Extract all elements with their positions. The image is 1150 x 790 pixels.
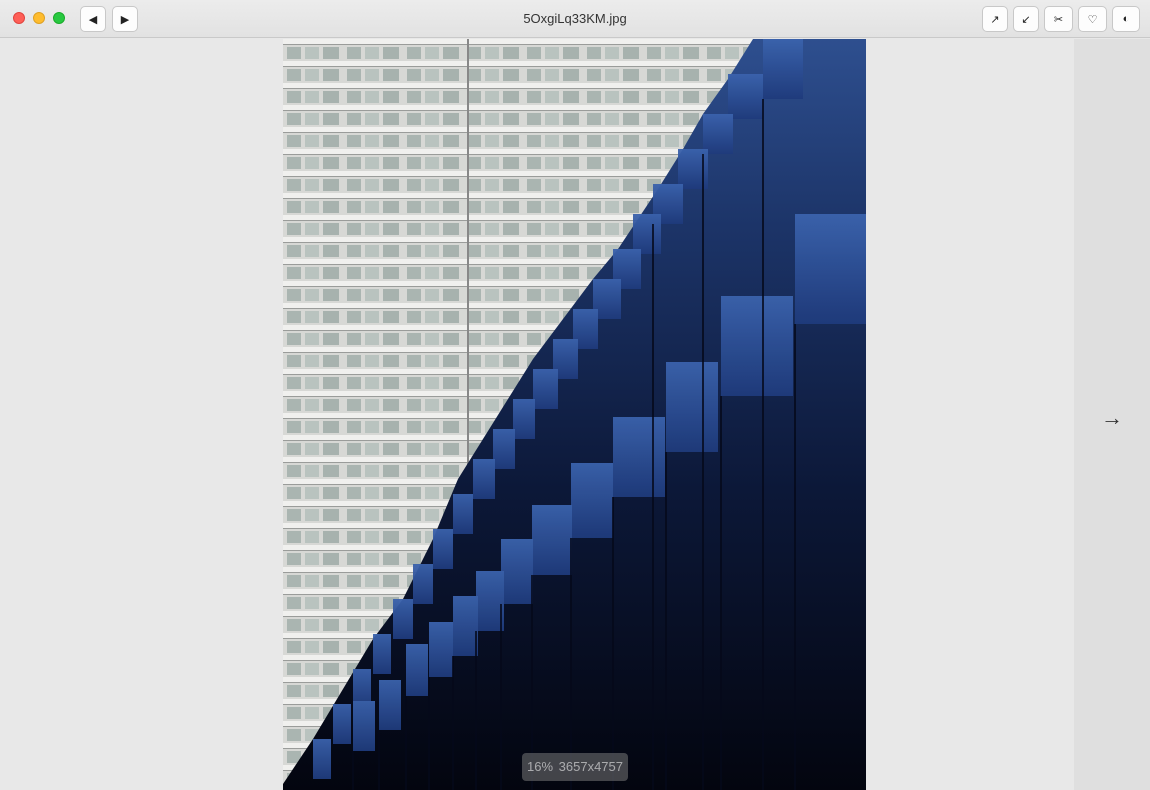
contrast-icon: ◐ xyxy=(1122,13,1130,25)
heart-icon: ♡ xyxy=(1087,13,1098,26)
maximize-window-button[interactable] xyxy=(53,12,65,24)
favorite-button[interactable]: ♡ xyxy=(1078,6,1107,32)
arrow-up-right-icon: ↗ xyxy=(990,13,1000,26)
adjust-button[interactable]: ◐ xyxy=(1112,6,1140,32)
minimize-window-button[interactable] xyxy=(33,12,45,24)
image-dimensions: 3657x4757 xyxy=(558,759,623,774)
triangle-left-icon: ◀ xyxy=(88,13,98,26)
zoom-info-badge: 16% 3657x4757 xyxy=(522,753,628,781)
close-window-button[interactable] xyxy=(13,12,25,24)
previous-image-button[interactable]: ◀ xyxy=(80,6,106,32)
scissors-icon: ✂ xyxy=(1053,13,1064,26)
shrink-button[interactable]: ↙ xyxy=(1013,6,1039,32)
triangle-right-icon: ▶ xyxy=(120,13,130,26)
expand-button[interactable]: ↗ xyxy=(982,6,1008,32)
next-arrow-icon[interactable]: → xyxy=(1098,403,1126,433)
zoom-level: 16% xyxy=(527,759,554,774)
photo-artwork xyxy=(283,39,866,790)
window-title: 5OxgiLq33KM.jpg xyxy=(523,11,627,26)
title-bar: ◀ ▶ 5OxgiLq33KM.jpg ↗ ↙ ✂ ♡ ◐ xyxy=(0,0,1150,38)
photo-image xyxy=(283,39,866,790)
next-image-button[interactable]: ▶ xyxy=(112,6,138,32)
crop-button[interactable]: ✂ xyxy=(1044,6,1073,32)
arrow-down-left-icon: ↙ xyxy=(1021,13,1031,26)
